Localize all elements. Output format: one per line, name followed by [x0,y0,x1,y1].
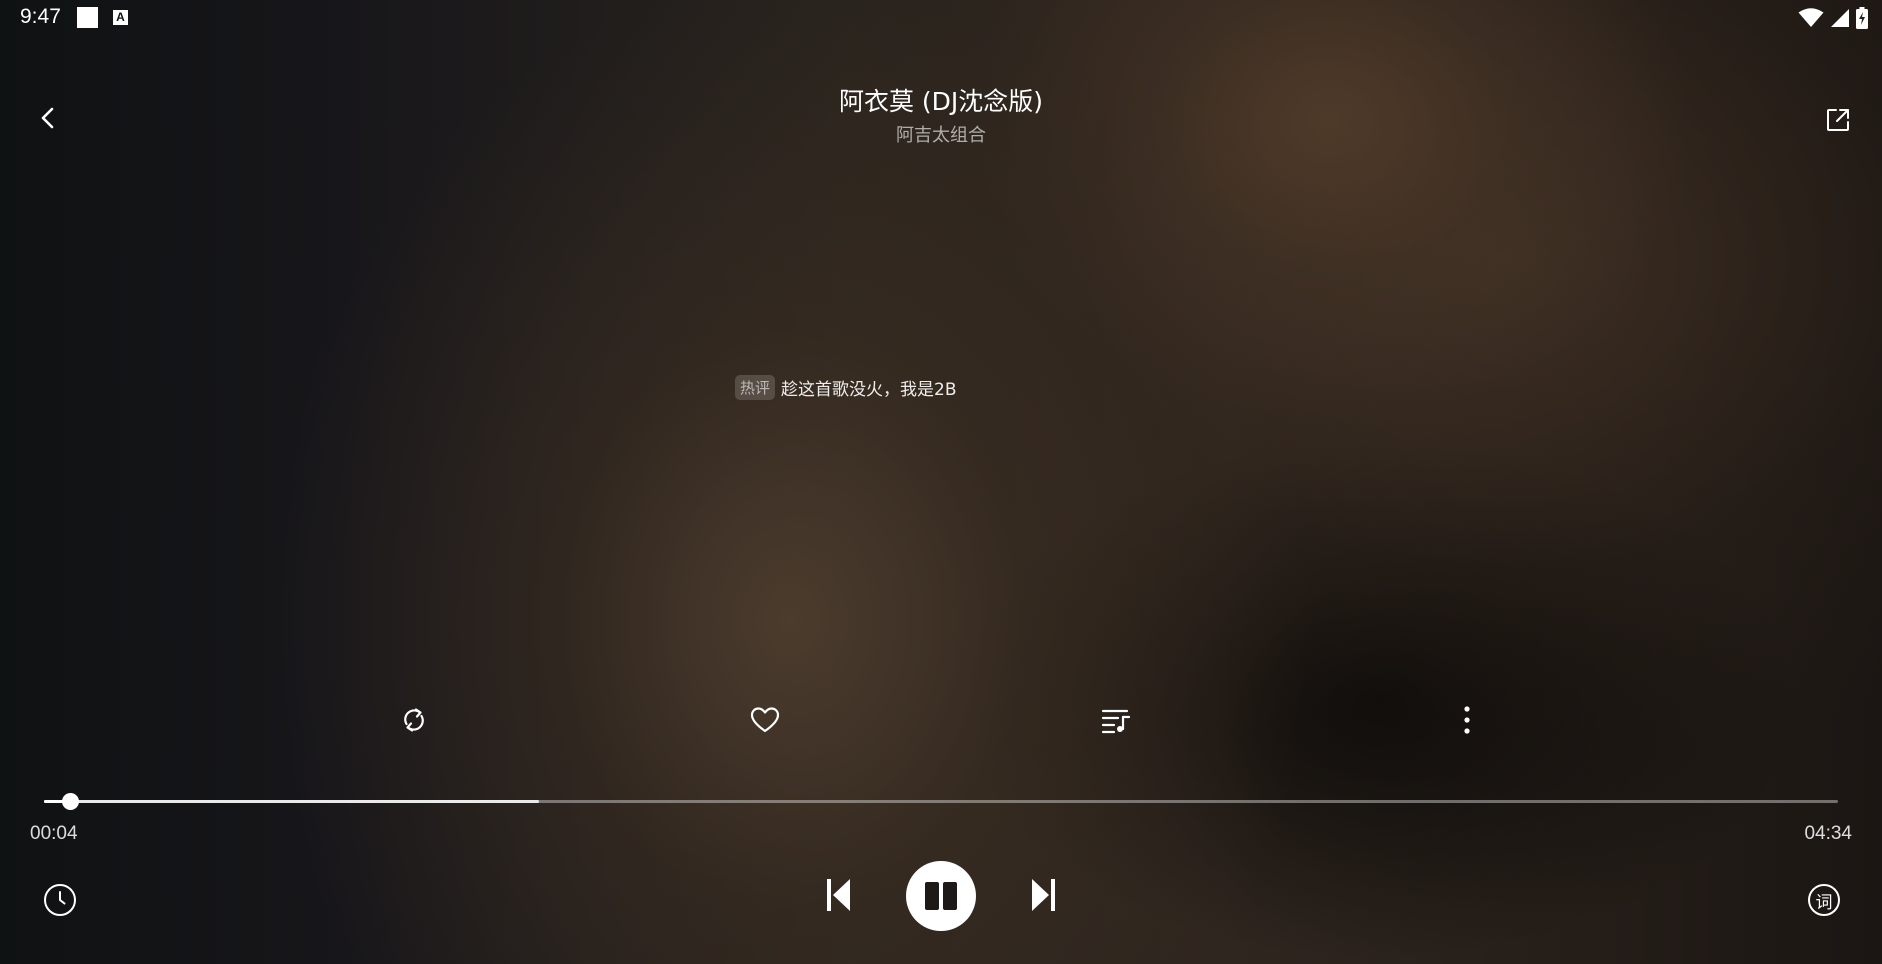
repeat-button[interactable] [394,700,434,740]
white-square-icon [77,7,98,28]
hot-comment-text: 趁这首歌没火，我是2B [781,380,957,400]
status-bar: 9:47 A [0,0,1882,36]
action-row [0,700,1882,740]
favorite-button[interactable] [745,700,785,740]
battery-charging-icon [1856,7,1868,29]
more-vertical-icon [1464,706,1470,734]
music-player-screen: 9:47 A 阿衣莫 (DJ沈念版) 阿吉太组合 热评 趁这首歌没火，我是2B … [0,0,1882,964]
song-artist[interactable]: 阿吉太组合 [0,121,1882,147]
pause-icon [925,882,957,910]
a-badge-icon: A [113,10,128,25]
lyrics-label: 词 [1815,892,1833,913]
lyrics-button[interactable]: 词 [1802,878,1846,922]
sleep-timer-button[interactable] [38,878,82,922]
heart-icon [750,707,780,733]
play-pause-button[interactable] [906,861,976,931]
skip-next-icon [1032,879,1055,911]
share-button[interactable] [1818,100,1858,140]
skip-previous-icon [827,879,850,911]
cell-signal-icon [1831,9,1849,27]
status-time: 9:47 [20,5,61,28]
current-time: 00:04 [30,823,78,844]
playlist-icon [1101,709,1131,734]
hot-comment-tag: 热评 [735,375,776,400]
system-status-icons [1798,6,1868,30]
player-header: 阿衣莫 (DJ沈念版) 阿吉太组合 [0,60,1882,170]
progress-buffer [44,800,540,803]
repeat-icon [404,708,424,732]
next-button[interactable] [1020,872,1066,918]
total-time: 04:34 [1804,823,1852,844]
clock-icon [44,884,76,916]
song-title: 阿衣莫 (DJ沈念版) [838,87,1044,116]
playback-controls: 词 [0,858,1882,934]
hot-comment[interactable]: 热评 趁这首歌没火，我是2B [735,375,957,400]
share-external-icon [1827,109,1849,131]
playlist-button[interactable] [1096,700,1136,740]
wifi-icon [1798,8,1824,27]
progress-bar[interactable] [44,790,1838,814]
progress-knob[interactable] [62,793,80,810]
previous-button[interactable] [816,872,862,918]
more-button[interactable] [1447,700,1487,740]
